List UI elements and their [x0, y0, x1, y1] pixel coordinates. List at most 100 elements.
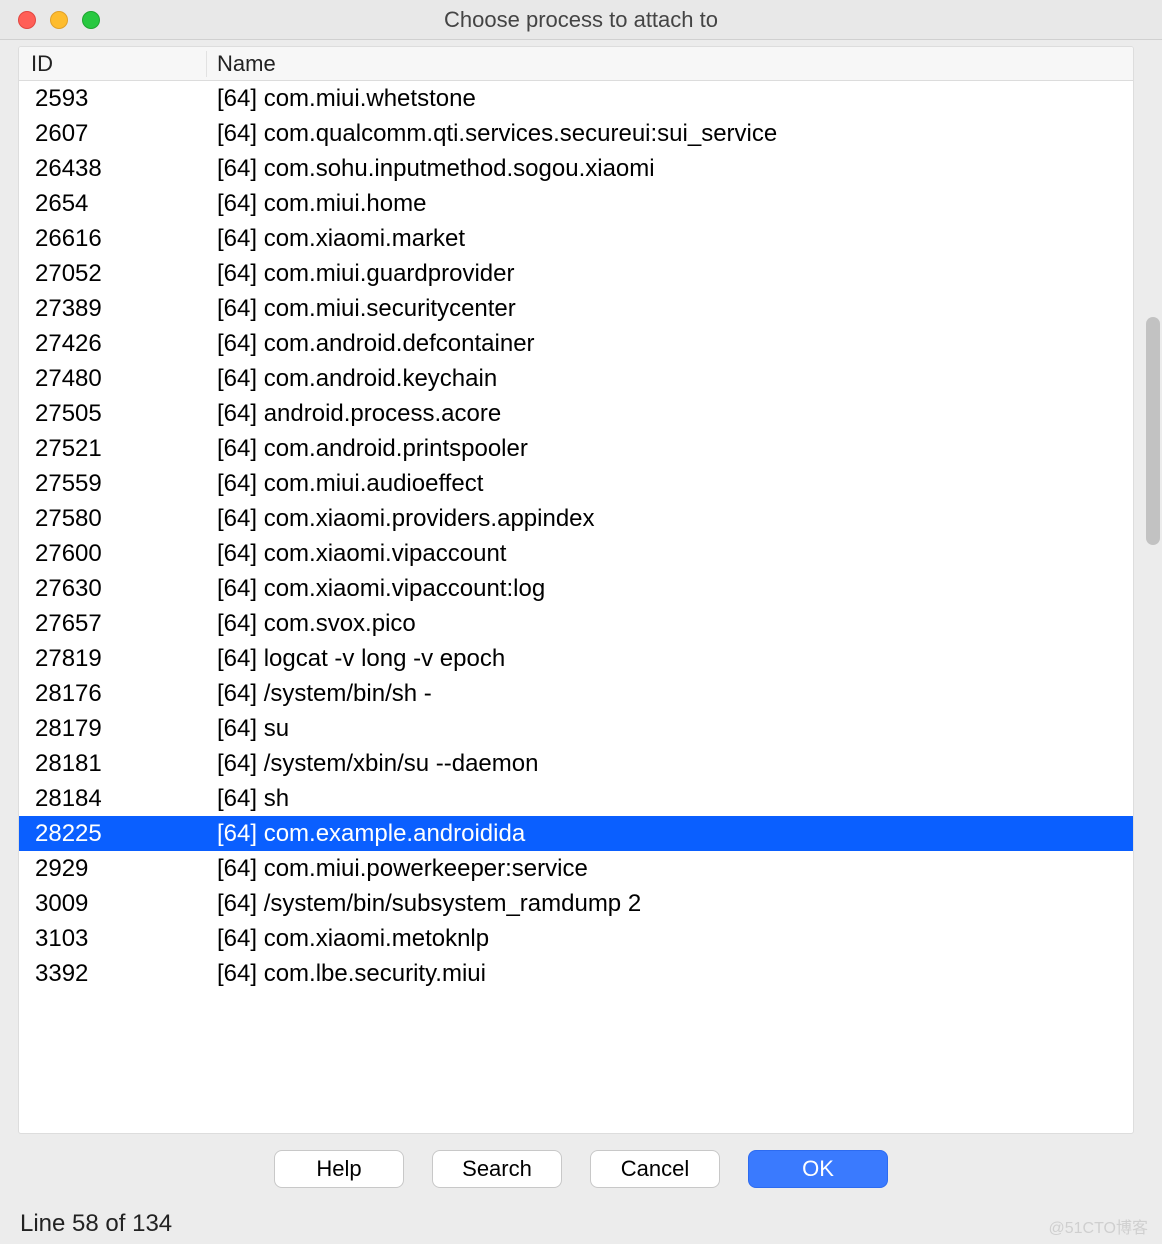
cell-name: [64] com.miui.securitycenter [207, 295, 1133, 323]
cell-name: [64] com.android.printspooler [207, 435, 1133, 463]
cell-id: 27819 [21, 645, 207, 673]
cell-id: 27600 [21, 540, 207, 568]
help-button[interactable]: Help [274, 1150, 404, 1188]
process-table: ID Name 2593[64] com.miui.whetstone2607[… [18, 46, 1134, 1134]
cell-name: [64] com.example.androidida [207, 820, 1133, 848]
table-row[interactable]: 27505[64] android.process.acore [19, 396, 1133, 431]
close-icon[interactable] [18, 11, 36, 29]
cell-id: 2654 [21, 190, 207, 218]
table-row[interactable]: 26616[64] com.xiaomi.market [19, 221, 1133, 256]
table-row[interactable]: 27819[64] logcat -v long -v epoch [19, 641, 1133, 676]
cell-id: 27505 [21, 400, 207, 428]
column-header-name[interactable]: Name [207, 51, 1133, 77]
status-bar: Line 58 of 134 @51CTO博客 [0, 1204, 1162, 1244]
cell-id: 28225 [21, 820, 207, 848]
cell-id: 2593 [21, 85, 207, 113]
cell-name: [64] /system/bin/sh - [207, 680, 1133, 708]
cell-id: 28176 [21, 680, 207, 708]
scrollbar-track[interactable] [1144, 90, 1160, 1124]
cancel-button[interactable]: Cancel [590, 1150, 720, 1188]
cell-name: [64] /system/xbin/su --daemon [207, 750, 1133, 778]
table-row[interactable]: 27630[64] com.xiaomi.vipaccount:log [19, 571, 1133, 606]
cell-id: 27052 [21, 260, 207, 288]
cell-name: [64] android.process.acore [207, 400, 1133, 428]
cell-id: 28181 [21, 750, 207, 778]
cell-name: [64] com.android.keychain [207, 365, 1133, 393]
cell-id: 2929 [21, 855, 207, 883]
cell-id: 28179 [21, 715, 207, 743]
cell-id: 27630 [21, 575, 207, 603]
table-row[interactable]: 28176[64] /system/bin/sh - [19, 676, 1133, 711]
table-row[interactable]: 27521[64] com.android.printspooler [19, 431, 1133, 466]
cell-id: 26616 [21, 225, 207, 253]
table-row[interactable]: 27480[64] com.android.keychain [19, 361, 1133, 396]
table-row[interactable]: 3009[64] /system/bin/subsystem_ramdump 2 [19, 886, 1133, 921]
cell-id: 28184 [21, 785, 207, 813]
zoom-icon[interactable] [82, 11, 100, 29]
cell-name: [64] com.miui.whetstone [207, 85, 1133, 113]
table-row[interactable]: 26438[64] com.sohu.inputmethod.sogou.xia… [19, 151, 1133, 186]
table-row[interactable]: 2929[64] com.miui.powerkeeper:service [19, 851, 1133, 886]
table-row[interactable]: 3103[64] com.xiaomi.metoknlp [19, 921, 1133, 956]
cell-id: 2607 [21, 120, 207, 148]
cell-name: [64] sh [207, 785, 1133, 813]
cell-name: [64] com.xiaomi.market [207, 225, 1133, 253]
table-row[interactable]: 27600[64] com.xiaomi.vipaccount [19, 536, 1133, 571]
button-bar: Help Search Cancel OK [0, 1134, 1162, 1204]
table-row[interactable]: 28181[64] /system/xbin/su --daemon [19, 746, 1133, 781]
table-row[interactable]: 27426[64] com.android.defcontainer [19, 326, 1133, 361]
cell-name: [64] com.miui.guardprovider [207, 260, 1133, 288]
cell-id: 27389 [21, 295, 207, 323]
window-title: Choose process to attach to [0, 7, 1162, 33]
table-row[interactable]: 27052[64] com.miui.guardprovider [19, 256, 1133, 291]
cell-id: 3103 [21, 925, 207, 953]
cell-id: 27521 [21, 435, 207, 463]
table-row[interactable]: 27559[64] com.miui.audioeffect [19, 466, 1133, 501]
content-area: ID Name 2593[64] com.miui.whetstone2607[… [0, 40, 1162, 1134]
ok-button[interactable]: OK [748, 1150, 888, 1188]
table-row[interactable]: 2654[64] com.miui.home [19, 186, 1133, 221]
watermark: @51CTO博客 [1048, 1214, 1148, 1238]
cell-name: [64] /system/bin/subsystem_ramdump 2 [207, 890, 1133, 918]
table-row[interactable]: 28179[64] su [19, 711, 1133, 746]
table-row[interactable]: 27580[64] com.xiaomi.providers.appindex [19, 501, 1133, 536]
cell-name: [64] com.xiaomi.metoknlp [207, 925, 1133, 953]
cell-name: [64] com.xiaomi.providers.appindex [207, 505, 1133, 533]
cell-id: 3392 [21, 960, 207, 988]
table-body: 2593[64] com.miui.whetstone2607[64] com.… [19, 81, 1133, 1133]
cell-name: [64] logcat -v long -v epoch [207, 645, 1133, 673]
table-header: ID Name [19, 47, 1133, 81]
traffic-lights [0, 11, 100, 29]
dialog-window: Choose process to attach to ID Name 2593… [0, 0, 1162, 1244]
column-header-id[interactable]: ID [19, 51, 207, 77]
cell-id: 27559 [21, 470, 207, 498]
cell-name: [64] com.lbe.security.miui [207, 960, 1133, 988]
cell-name: [64] com.android.defcontainer [207, 330, 1133, 358]
scrollbar-thumb[interactable] [1146, 317, 1160, 544]
cell-name: [64] com.svox.pico [207, 610, 1133, 638]
cell-id: 27657 [21, 610, 207, 638]
table-row[interactable]: 28184[64] sh [19, 781, 1133, 816]
table-row[interactable]: 3392[64] com.lbe.security.miui [19, 956, 1133, 991]
search-button[interactable]: Search [432, 1150, 562, 1188]
cell-name: [64] com.sohu.inputmethod.sogou.xiaomi [207, 155, 1133, 183]
cell-name: [64] com.xiaomi.vipaccount [207, 540, 1133, 568]
cell-name: [64] com.qualcomm.qti.services.secureui:… [207, 120, 1133, 148]
cell-id: 3009 [21, 890, 207, 918]
cell-name: [64] com.miui.home [207, 190, 1133, 218]
table-row[interactable]: 27389[64] com.miui.securitycenter [19, 291, 1133, 326]
table-row[interactable]: 28225[64] com.example.androidida [19, 816, 1133, 851]
table-row[interactable]: 27657[64] com.svox.pico [19, 606, 1133, 641]
cell-name: [64] com.miui.audioeffect [207, 470, 1133, 498]
minimize-icon[interactable] [50, 11, 68, 29]
table-row[interactable]: 2607[64] com.qualcomm.qti.services.secur… [19, 116, 1133, 151]
cell-name: [64] su [207, 715, 1133, 743]
table-row[interactable]: 2593[64] com.miui.whetstone [19, 81, 1133, 116]
cell-id: 26438 [21, 155, 207, 183]
cell-name: [64] com.miui.powerkeeper:service [207, 855, 1133, 883]
status-text: Line 58 of 134 [20, 1210, 172, 1238]
cell-name: [64] com.xiaomi.vipaccount:log [207, 575, 1133, 603]
cell-id: 27480 [21, 365, 207, 393]
cell-id: 27580 [21, 505, 207, 533]
titlebar: Choose process to attach to [0, 0, 1162, 40]
